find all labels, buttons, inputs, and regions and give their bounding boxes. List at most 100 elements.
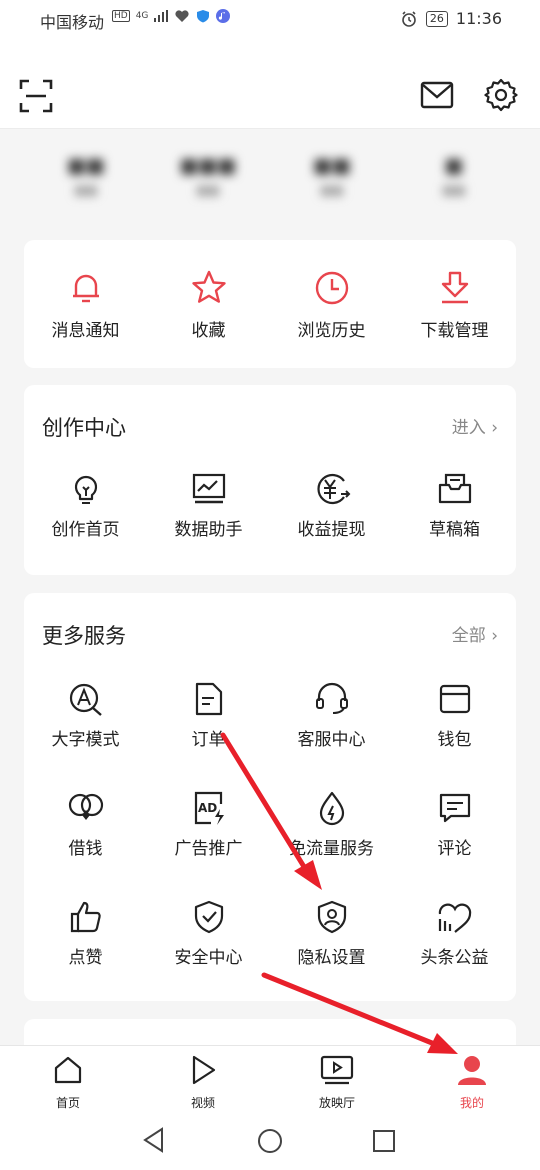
tab-video[interactable]: 视频	[163, 1054, 243, 1111]
stat-placeholder: ■■ ■■	[313, 153, 351, 197]
creation-label: 收益提现	[297, 520, 366, 540]
service-likes[interactable]: 点赞	[24, 899, 147, 968]
top-bar	[0, 40, 540, 129]
quick-action-label: 消息通知	[51, 321, 120, 341]
service-label: 客服中心	[297, 730, 366, 750]
creation-center-enter-link[interactable]: 进入 ›	[452, 413, 498, 438]
tab-label: 视频	[190, 1096, 215, 1110]
ad-icon: AD	[194, 791, 224, 825]
quick-action-history[interactable]: 浏览历史	[270, 268, 393, 341]
status-right: 26 11:36	[400, 9, 502, 28]
yuan-icon	[316, 473, 350, 505]
chart-monitor-icon	[192, 473, 225, 504]
service-borrow-money[interactable]: 借钱	[24, 790, 147, 859]
home-icon	[54, 1056, 82, 1084]
music-app-icon	[216, 9, 231, 23]
battery-level: 26	[425, 10, 448, 27]
tab-label: 放映厅	[318, 1096, 355, 1110]
creation-label: 数据助手	[174, 520, 243, 540]
thumbs-up-icon	[70, 901, 101, 933]
creation-center-card: 创作中心 进入 › 创作首页 数据助手 收益提现 草稿箱	[24, 385, 516, 575]
more-services-all-link[interactable]: 全部 ›	[452, 621, 498, 646]
bottom-tab-bar: 首页 视频 放映厅 我的	[0, 1045, 540, 1116]
service-free-data[interactable]: 免流量服务	[270, 790, 393, 859]
data-assistant[interactable]: 数据助手	[147, 471, 270, 540]
service-wallet[interactable]: 钱包	[393, 681, 516, 750]
service-label: 订单	[191, 730, 226, 750]
service-label: 安全中心	[174, 948, 243, 968]
shield-check-icon	[194, 900, 223, 934]
stat-placeholder: ■ ■■	[442, 153, 466, 197]
creation-home[interactable]: 创作首页	[24, 471, 147, 540]
service-label: 评论	[437, 839, 472, 859]
privacy-shield-icon	[317, 900, 346, 934]
creation-label: 创作首页	[51, 520, 120, 540]
quick-action-favorites[interactable]: 收藏	[147, 268, 270, 341]
back-icon[interactable]	[142, 1127, 166, 1153]
mail-icon[interactable]	[420, 80, 454, 110]
tab-home[interactable]: 首页	[28, 1054, 108, 1111]
quick-action-label: 浏览历史	[297, 321, 366, 341]
loan-icon	[68, 793, 103, 820]
quick-action-label: 收藏	[191, 321, 226, 341]
quick-actions-card: 消息通知 收藏 浏览历史 下载管理	[24, 240, 516, 368]
service-orders[interactable]: 订单	[147, 681, 270, 750]
network-indicators: HD 4G	[112, 9, 231, 23]
comment-icon	[439, 793, 470, 823]
service-label: 头条公益	[420, 948, 489, 968]
gear-icon[interactable]	[484, 78, 518, 112]
tab-screening-room[interactable]: 放映厅	[297, 1054, 377, 1111]
draft-box[interactable]: 草稿箱	[393, 471, 516, 540]
scan-icon[interactable]	[18, 78, 54, 114]
star-icon	[191, 270, 226, 303]
network-type-badge: 4G	[135, 11, 149, 21]
home-circle-icon[interactable]	[257, 1128, 283, 1154]
quick-action-label: 下载管理	[420, 321, 489, 341]
large-font-icon	[69, 683, 102, 716]
service-label: 钱包	[437, 730, 472, 750]
alarm-icon	[402, 10, 416, 27]
order-icon	[195, 682, 222, 716]
profile-icon	[458, 1056, 486, 1085]
service-label: 广告推广	[174, 839, 243, 859]
draft-box-icon	[438, 473, 471, 504]
quick-action-downloads[interactable]: 下载管理	[393, 268, 516, 341]
charity-icon	[438, 903, 471, 933]
service-label: 借钱	[68, 839, 103, 859]
service-label: 隐私设置	[297, 948, 366, 968]
creation-center-title: 创作中心	[42, 416, 126, 440]
clock-time: 11:36	[455, 9, 502, 28]
hd-badge: HD	[112, 10, 130, 22]
lightbulb-icon	[74, 475, 97, 504]
service-label: 免流量服务	[289, 839, 374, 859]
status-bar: 中国移动 HD 4G 26 11:36	[0, 0, 540, 40]
tab-mine[interactable]: 我的	[432, 1054, 512, 1111]
service-privacy-settings[interactable]: 隐私设置	[270, 899, 393, 968]
service-comments[interactable]: 评论	[393, 790, 516, 859]
quick-action-notifications[interactable]: 消息通知	[24, 268, 147, 341]
service-label: 大字模式	[51, 730, 120, 750]
signal-icon	[154, 10, 169, 22]
creation-label: 草稿箱	[429, 520, 480, 540]
more-services-card: 更多服务 全部 › 大字模式 订单 客服中心 钱包 借钱 AD 广告推广 免流量…	[24, 593, 516, 1001]
bell-icon	[72, 274, 99, 303]
service-security-center[interactable]: 安全中心	[147, 899, 270, 968]
earnings-withdraw[interactable]: 收益提现	[270, 471, 393, 540]
service-charity[interactable]: 头条公益	[393, 899, 516, 968]
carrier-name: 中国移动	[40, 13, 105, 32]
clock-icon	[315, 271, 348, 305]
stat-placeholder: ■■■ ■■	[179, 153, 237, 197]
service-customer-support[interactable]: 客服中心	[270, 681, 393, 750]
download-icon	[441, 271, 468, 304]
tab-label: 首页	[55, 1096, 80, 1110]
security-app-icon	[197, 10, 210, 23]
service-label: 点赞	[68, 948, 103, 968]
tab-label: 我的	[459, 1096, 484, 1110]
service-ad-promotion[interactable]: AD 广告推广	[147, 790, 270, 859]
service-large-font[interactable]: 大字模式	[24, 681, 147, 750]
system-nav-bar	[0, 1115, 540, 1170]
wallet-icon	[439, 684, 470, 714]
more-services-title: 更多服务	[42, 624, 126, 648]
play-icon	[192, 1055, 216, 1085]
recents-icon[interactable]	[372, 1129, 396, 1153]
